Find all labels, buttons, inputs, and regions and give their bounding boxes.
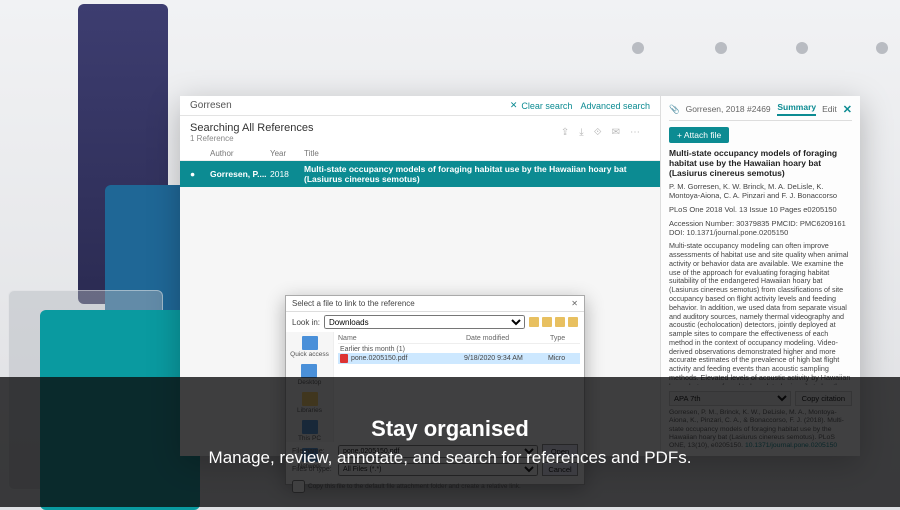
filecol-type[interactable]: Type <box>550 335 580 342</box>
dialog-title: Select a file to link to the reference <box>292 299 415 308</box>
folder-icon[interactable] <box>529 317 539 327</box>
row-year: 2018 <box>270 169 304 179</box>
overlay-heading: Stay organised <box>371 416 529 442</box>
mail-icon[interactable]: ✉ <box>612 127 620 138</box>
clear-search-link[interactable]: ✕ Clear search <box>510 100 573 111</box>
search-input[interactable] <box>190 100 502 111</box>
row-author: Gorresen, P.... <box>210 169 270 179</box>
cite-icon[interactable]: ⟐ <box>594 127 602 138</box>
attachment-icon: 📎 <box>669 104 680 115</box>
overlay-subtitle: Manage, review, annotate, and search for… <box>209 448 692 468</box>
reference-accession: Accession Number: 30379835 PMCID: PMC620… <box>669 219 852 237</box>
attach-file-button[interactable]: + Attach file <box>669 127 729 143</box>
reference-abstract: Multi-state occupancy modeling can often… <box>669 242 852 385</box>
reference-authors: P. M. Gorresen, K. W. Brinck, M. A. DeLi… <box>669 182 852 200</box>
advanced-search-link[interactable]: Advanced search <box>580 101 650 111</box>
folder-icon[interactable] <box>555 317 565 327</box>
search-bar: ✕ Clear search Advanced search <box>180 96 660 116</box>
close-icon: ✕ <box>510 100 518 111</box>
tab-edit[interactable]: Edit <box>822 104 837 114</box>
list-toolbar: ⇪ ⤓ ⟐ ✉ ⋯ <box>561 127 640 138</box>
file-group: Earlier this month (1) <box>338 344 580 353</box>
overlay-band: Stay organised Manage, review, annotate,… <box>0 377 900 507</box>
col-title[interactable]: Title <box>304 149 650 158</box>
filecol-name[interactable]: Name <box>338 335 466 342</box>
options-icon[interactable]: ⋯ <box>630 127 640 138</box>
reference-title: Multi-state occupancy models of foraging… <box>669 149 852 178</box>
list-header: Searching All References 1 Reference ⇪ ⤓… <box>180 116 660 145</box>
lookin-label: Look in: <box>292 318 320 327</box>
reference-publication: PLoS One 2018 Vol. 13 Issue 10 Pages e02… <box>669 205 852 214</box>
dialog-close-icon[interactable]: ✕ <box>571 299 578 308</box>
tab-summary[interactable]: Summary <box>777 102 816 116</box>
col-author[interactable]: Author <box>210 149 270 158</box>
column-headers: Author Year Title <box>180 145 660 161</box>
dialog-nav-icons <box>529 317 578 327</box>
folder-icon[interactable] <box>542 317 552 327</box>
lookin-select[interactable]: Downloads <box>324 315 525 329</box>
folder-icon[interactable] <box>568 317 578 327</box>
col-year[interactable]: Year <box>270 149 304 158</box>
dialog-titlebar: Select a file to link to the reference ✕ <box>286 296 584 312</box>
share-icon[interactable]: ⇪ <box>561 127 569 138</box>
reference-id: Gorresen, 2018 #2469 <box>686 104 772 114</box>
place-quick[interactable]: Quick access <box>290 336 329 358</box>
filecol-date[interactable]: Date modified <box>466 335 550 342</box>
pdf-icon <box>340 354 348 363</box>
panel-close-icon[interactable]: ✕ <box>843 103 852 116</box>
file-item[interactable]: pone.0205150.pdf9/18/2020 9:34 AMMicro <box>338 353 580 364</box>
row-title: Multi-state occupancy models of foraging… <box>304 164 650 184</box>
export-icon[interactable]: ⤓ <box>579 127 583 138</box>
reference-row[interactable]: ● Gorresen, P.... 2018 Multi-state occup… <box>180 161 660 187</box>
